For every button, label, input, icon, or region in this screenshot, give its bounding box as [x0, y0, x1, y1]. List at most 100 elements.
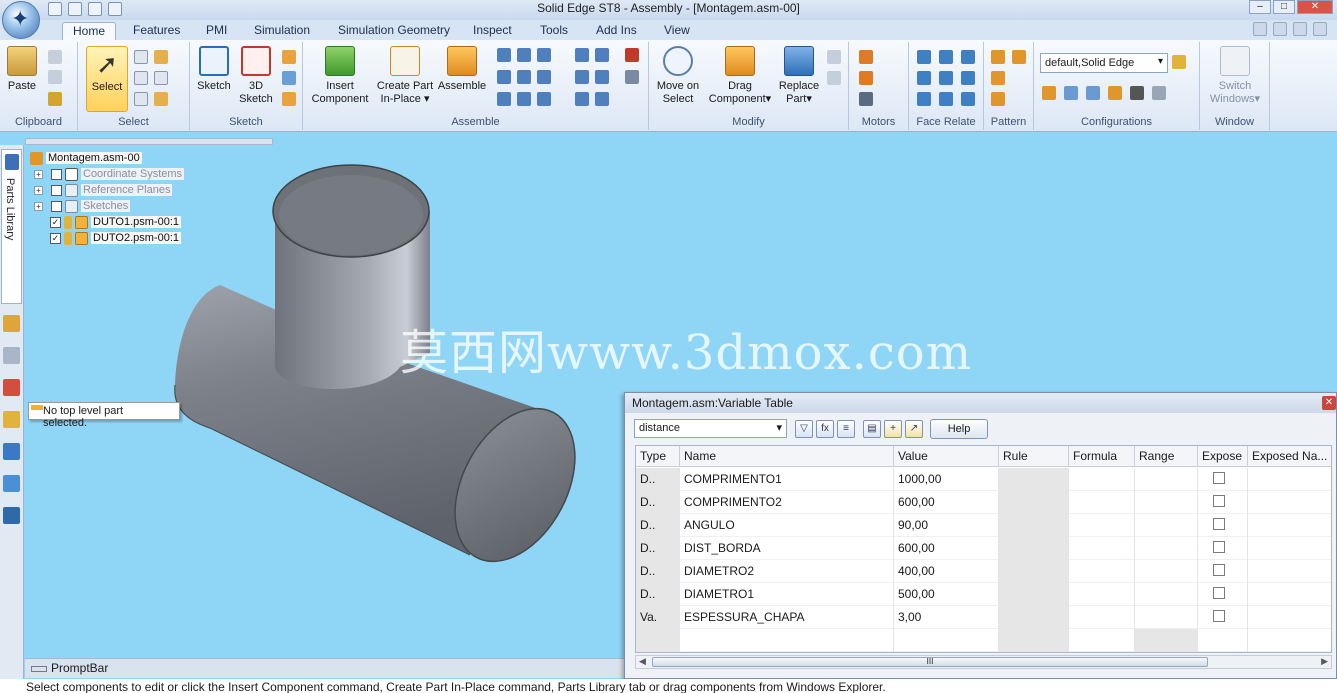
- copy-icon[interactable]: [48, 70, 62, 84]
- table-cell[interactable]: [1198, 537, 1248, 560]
- table-cell[interactable]: [999, 560, 1069, 583]
- tab-simulation[interactable]: Simulation: [244, 22, 320, 40]
- assemble-button[interactable]: Assemble: [437, 46, 487, 93]
- face-relate-icon-1[interactable]: [917, 50, 931, 64]
- table-cell[interactable]: ESPESSURA_CHAPA: [680, 606, 894, 629]
- config-tool-icon-4[interactable]: [1108, 86, 1122, 100]
- pattern-icon-3[interactable]: [991, 71, 1005, 85]
- table-row[interactable]: D.. DIAMETRO2 400,00: [636, 560, 1331, 583]
- cut-icon[interactable]: [48, 50, 62, 64]
- table-cell[interactable]: [999, 468, 1069, 491]
- function-icon[interactable]: fx: [816, 420, 834, 438]
- tab-add-ins[interactable]: Add Ins: [586, 22, 647, 40]
- relate-icon-11[interactable]: [595, 48, 609, 62]
- table-cell[interactable]: ANGULO: [680, 514, 894, 537]
- formula-icon[interactable]: ≡: [837, 420, 855, 438]
- relate-icon-2[interactable]: [517, 48, 531, 62]
- close-icon[interactable]: ✕: [1322, 396, 1336, 410]
- expose-checkbox[interactable]: [1213, 610, 1225, 622]
- table-cell[interactable]: [1069, 491, 1135, 514]
- table-cell[interactable]: [999, 514, 1069, 537]
- relate-icon-10[interactable]: [575, 48, 589, 62]
- appearance-tab-icon[interactable]: [3, 443, 20, 460]
- close-button[interactable]: ✕: [1297, 0, 1333, 14]
- variable-table-title-bar[interactable]: Montagem.asm:Variable Table ✕: [625, 393, 1336, 413]
- config-tool-icon-1[interactable]: [1042, 86, 1056, 100]
- table-cell[interactable]: 3,00: [894, 606, 999, 629]
- select-tool-icon-4[interactable]: [154, 71, 168, 85]
- pattern-icon-2[interactable]: [1012, 50, 1026, 64]
- create-part-in-place-button[interactable]: Create Part In-Place ▾: [375, 46, 435, 106]
- expand-icon[interactable]: +: [34, 201, 43, 211]
- tree-item-reference-planes[interactable]: + Reference Planes: [34, 182, 173, 198]
- face-relate-icon-5[interactable]: [939, 71, 953, 85]
- relate-icon-8[interactable]: [517, 92, 531, 106]
- relate-icon-14[interactable]: [575, 92, 589, 106]
- visibility-checkbox[interactable]: [51, 168, 62, 180]
- insert-component-button[interactable]: Insert Component: [307, 46, 373, 106]
- sketch-tool-icon-1[interactable]: [282, 50, 296, 64]
- table-cell[interactable]: 90,00: [894, 514, 999, 537]
- table-cell[interactable]: 1000,00: [894, 468, 999, 491]
- table-cell[interactable]: [1135, 560, 1198, 583]
- motor-icon-3[interactable]: [859, 92, 873, 106]
- 3d-sketch-button[interactable]: 3D Sketch: [236, 46, 276, 106]
- tree-item-duto2[interactable]: ✓ DUTO2.psm-00:1: [50, 230, 181, 246]
- tab-pmi[interactable]: PMI: [196, 22, 237, 40]
- table-row[interactable]: D.. DIAMETRO1 500,00: [636, 583, 1331, 606]
- config-tool-icon-6[interactable]: [1152, 86, 1166, 100]
- table-cell[interactable]: [999, 583, 1069, 606]
- column-header-exposed-name[interactable]: Exposed Na...: [1248, 446, 1331, 467]
- table-row[interactable]: D.. DIST_BORDA 600,00: [636, 537, 1331, 560]
- application-button[interactable]: ✦: [2, 1, 40, 39]
- select-tool-icon-6[interactable]: [154, 92, 168, 106]
- table-row[interactable]: Va. ESPESSURA_CHAPA 3,00: [636, 606, 1331, 629]
- select-tool-icon-5[interactable]: [134, 92, 148, 106]
- table-cell[interactable]: [999, 606, 1069, 629]
- help-icon[interactable]: [1273, 22, 1287, 36]
- face-relate-icon-4[interactable]: [917, 71, 931, 85]
- table-cell[interactable]: [1135, 514, 1198, 537]
- table-cell[interactable]: [1198, 583, 1248, 606]
- export-icon[interactable]: ↗: [905, 420, 923, 438]
- settings-tab-icon[interactable]: [3, 507, 20, 524]
- variable-filter-select[interactable]: distance: [634, 419, 787, 438]
- table-cell[interactable]: [1135, 583, 1198, 606]
- expose-checkbox[interactable]: [1213, 472, 1225, 484]
- tab-simulation-geometry[interactable]: Simulation Geometry: [328, 22, 460, 40]
- pattern-icon-1[interactable]: [991, 50, 1005, 64]
- tab-tools[interactable]: Tools: [530, 22, 578, 40]
- table-cell[interactable]: [1198, 468, 1248, 491]
- relate-icon-6[interactable]: [537, 70, 551, 84]
- select-tools-tab-icon[interactable]: [3, 411, 20, 428]
- minimize-button[interactable]: –: [1249, 0, 1271, 14]
- table-cell[interactable]: [1248, 514, 1331, 537]
- expose-checkbox[interactable]: [1213, 587, 1225, 599]
- relate-icon-5[interactable]: [517, 70, 531, 84]
- print-icon[interactable]: ▤: [863, 420, 881, 438]
- tree-root[interactable]: Montagem.asm-00: [30, 150, 142, 166]
- relate-icon-16[interactable]: [625, 48, 639, 62]
- relate-icon-7[interactable]: [497, 92, 511, 106]
- expose-checkbox[interactable]: [1213, 518, 1225, 530]
- relate-icon-17[interactable]: [625, 70, 639, 84]
- sketch-tool-icon-3[interactable]: [282, 92, 296, 106]
- drag-component-button[interactable]: Drag Component▾: [705, 46, 775, 106]
- motor-icon-2[interactable]: [859, 71, 873, 85]
- motor-icon-1[interactable]: [859, 50, 873, 64]
- grip-icon[interactable]: [31, 665, 47, 672]
- sensors-tab-icon[interactable]: [3, 379, 20, 396]
- table-cell[interactable]: [1069, 468, 1135, 491]
- table-cell[interactable]: 500,00: [894, 583, 999, 606]
- table-cell[interactable]: [1198, 606, 1248, 629]
- table-cell[interactable]: DIAMETRO1: [680, 583, 894, 606]
- table-cell[interactable]: [1198, 560, 1248, 583]
- paste-special-icon[interactable]: [48, 92, 62, 106]
- select-tool-icon-3[interactable]: [134, 71, 148, 85]
- select-button[interactable]: ➚ Select: [86, 46, 128, 112]
- select-tool-icon-2[interactable]: [154, 50, 168, 64]
- expose-checkbox[interactable]: [1213, 541, 1225, 553]
- parts-library-tab[interactable]: Parts Library: [1, 149, 22, 304]
- pattern-icon-4[interactable]: [991, 92, 1005, 106]
- face-relate-icon-9[interactable]: [961, 92, 975, 106]
